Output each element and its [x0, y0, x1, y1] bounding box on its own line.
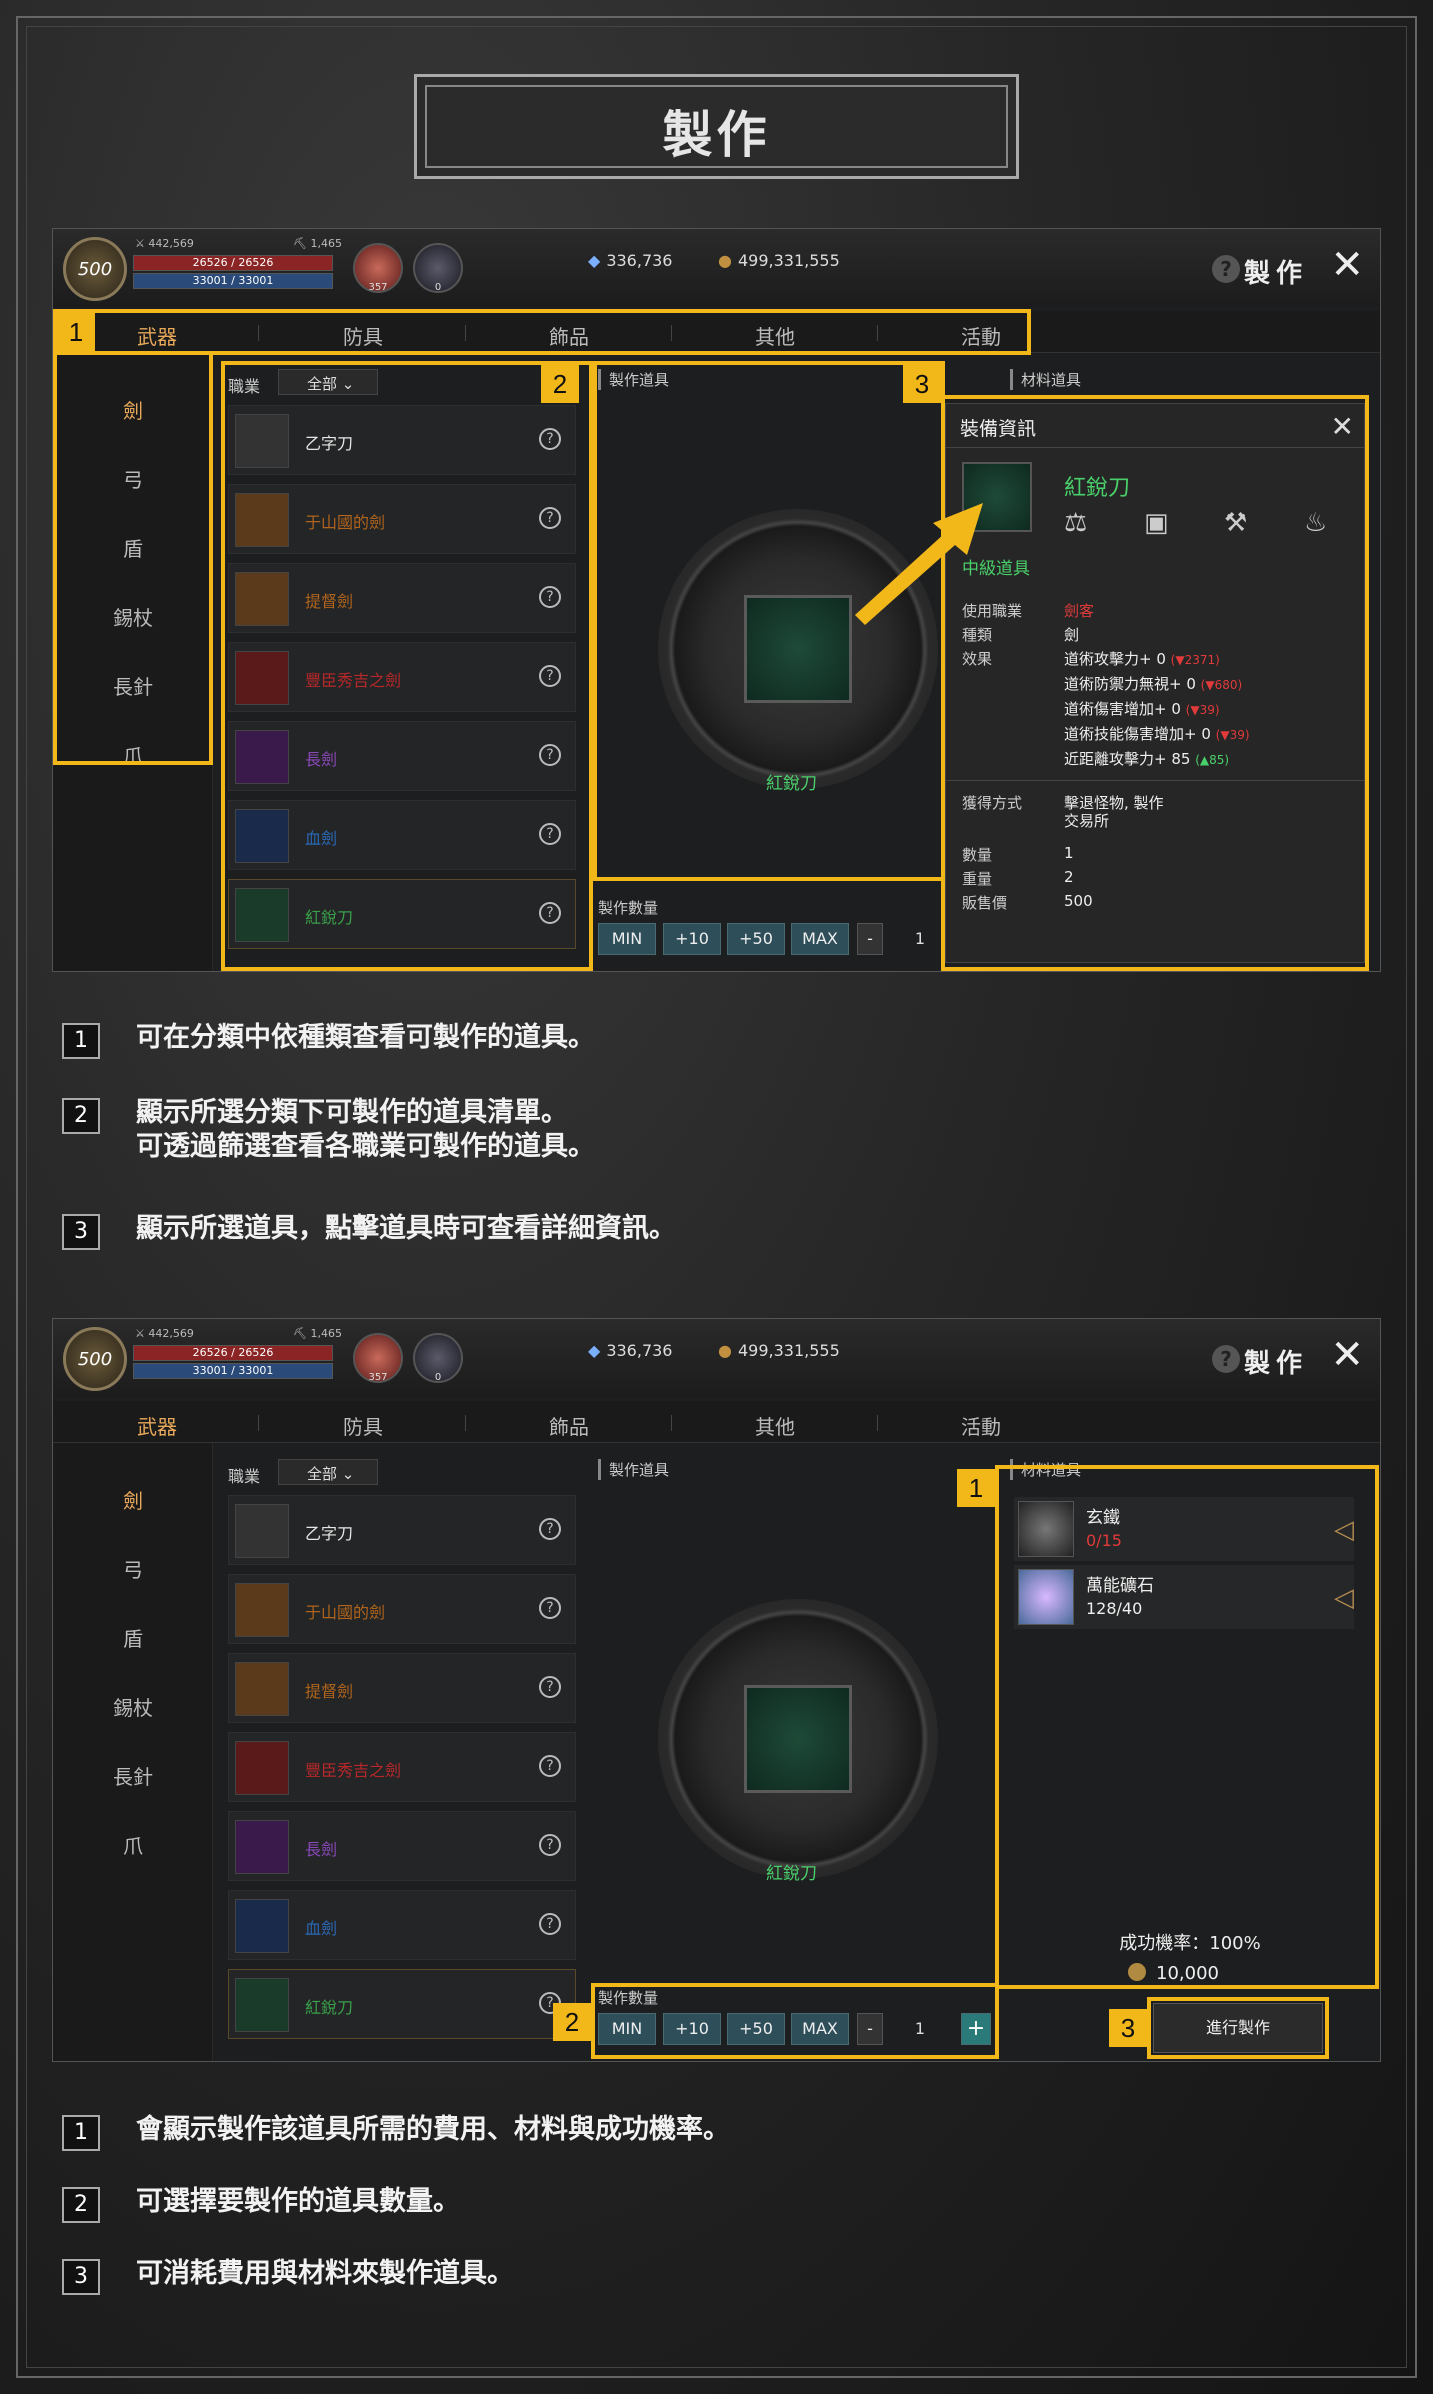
help-icon[interactable]: ?: [1212, 1345, 1240, 1373]
job-filter-select[interactable]: 全部 ⌄: [278, 1459, 378, 1485]
tab-armor[interactable]: 防具: [303, 1411, 423, 1440]
hp-bar: 26526 / 26526: [133, 255, 333, 271]
highlight-box-craft-button: [1147, 1997, 1329, 2059]
gold-currency: ● 499,331,555: [718, 1341, 840, 1360]
highlight-box-materials: [995, 1465, 1379, 1989]
qty-plus50-button[interactable]: +50: [727, 923, 785, 955]
sidebar-item-shield[interactable]: 盾: [53, 1623, 213, 1652]
hud: 500 ⚔ 442,569 ⛏ 1,465 26526 / 26526 3300…: [53, 229, 1380, 307]
marker-3: 3: [903, 365, 941, 403]
gem-currency: ◆ 336,736: [588, 1341, 673, 1360]
weapon-type-sidebar: 劍 弓 盾 錫杖 長針 爪: [53, 1443, 213, 2061]
materials-panel-header: 材料道具: [1010, 369, 1081, 390]
page-title-banner: 製作: [414, 74, 1019, 179]
mp-bar: 33001 / 33001: [133, 1363, 333, 1379]
craft-panel: 製作道具 紅銳刀: [598, 1459, 998, 1979]
pick-stat: ⛏ 1,465: [293, 237, 342, 250]
tab-event[interactable]: 活動: [921, 1411, 1041, 1440]
arrow-icon: [855, 503, 983, 625]
item-icon: [235, 1662, 289, 1716]
help-icon[interactable]: ?: [539, 1834, 561, 1856]
sidebar-item-needle[interactable]: 長針: [53, 1761, 213, 1790]
list-item[interactable]: 乙字刀?: [228, 1495, 576, 1565]
qty-min-button[interactable]: MIN: [598, 923, 656, 955]
level-badge: 500: [63, 1327, 127, 1391]
level-badge: 500: [63, 237, 127, 301]
highlight-box-tabs: [53, 309, 1031, 355]
gold-currency: ● 499,331,555: [718, 251, 840, 270]
list-item[interactable]: 長劍?: [228, 1811, 576, 1881]
help-icon[interactable]: ?: [1212, 255, 1240, 283]
tab-divider: [671, 1415, 672, 1431]
qty-value[interactable]: 1: [905, 929, 935, 948]
item-icon: [235, 1504, 289, 1558]
list-item[interactable]: 于山國的劍?: [228, 1574, 576, 1644]
tab-other[interactable]: 其他: [715, 1411, 835, 1440]
qty-max-button[interactable]: MAX: [791, 923, 849, 955]
item-icon: [235, 1899, 289, 1953]
item-icon: [235, 1978, 289, 2032]
attack-stat: ⚔ 442,569: [135, 1327, 194, 1340]
help-icon[interactable]: ?: [539, 1676, 561, 1698]
tab-divider: [258, 1415, 259, 1431]
tab-weapon[interactable]: 武器: [97, 1411, 217, 1440]
potion-slot-1[interactable]: 357: [353, 1333, 403, 1383]
qty-minus-button[interactable]: -: [857, 923, 883, 955]
close-icon[interactable]: ✕: [1330, 245, 1364, 285]
highlight-box-info: [941, 395, 1369, 971]
screenshot-1: 500 ⚔ 442,569 ⛏ 1,465 26526 / 26526 3300…: [52, 228, 1381, 972]
page-title: 製作: [662, 106, 771, 164]
item-icon: [235, 1820, 289, 1874]
potion-slot-2[interactable]: 0: [413, 243, 463, 293]
sidebar-item-claw[interactable]: 爪: [53, 1830, 213, 1859]
list-item[interactable]: 豐臣秀吉之劍?: [228, 1732, 576, 1802]
marker-1: 1: [957, 1469, 995, 1507]
marker-3: 3: [1109, 2009, 1147, 2047]
sword-icon[interactable]: [744, 1685, 852, 1793]
sidebar-item-sword[interactable]: 劍: [53, 1485, 213, 1514]
marker-2: 2: [541, 365, 579, 403]
help-icon[interactable]: ?: [539, 1913, 561, 1935]
job-filter-label: 職業: [228, 1467, 261, 1486]
tab-divider: [465, 1415, 466, 1431]
item-list-panel: 職業 全部 ⌄ 乙字刀? 于山國的劍? 提督劍? 豐臣秀吉之劍? 長劍? 血劍?…: [228, 1459, 590, 2059]
qty-plus10-button[interactable]: +10: [663, 923, 721, 955]
window-title: 製作: [1243, 1349, 1308, 1379]
potion-slot-2[interactable]: 0: [413, 1333, 463, 1383]
marker-1: 1: [57, 313, 95, 351]
sidebar-item-bow[interactable]: 弓: [53, 1554, 213, 1583]
list-item[interactable]: 提督劍?: [228, 1653, 576, 1723]
marker-2: 2: [553, 2003, 591, 2041]
mp-bar: 33001 / 33001: [133, 273, 333, 289]
potion-slot-1[interactable]: 357: [353, 243, 403, 293]
list-item[interactable]: 血劍?: [228, 1890, 576, 1960]
highlight-box-qty: [591, 1983, 999, 2059]
window-title: 製作: [1243, 259, 1308, 289]
category-tabs: 武器 防具 飾品 其他 活動: [53, 1401, 1380, 1443]
craft-item-name: 紅銳刀: [766, 1864, 817, 1884]
highlight-box-sidebar: [53, 351, 213, 765]
craft-panel-header: 製作道具: [598, 1459, 669, 1480]
hp-bar: 26526 / 26526: [133, 1345, 333, 1361]
tab-accessory[interactable]: 飾品: [509, 1411, 629, 1440]
help-icon[interactable]: ?: [539, 1755, 561, 1777]
item-icon: [235, 1583, 289, 1637]
pick-stat: ⛏ 1,465: [293, 1327, 342, 1340]
chevron-down-icon: ⌄: [341, 1465, 355, 1483]
gem-currency: ◆ 336,736: [588, 251, 673, 270]
help-icon[interactable]: ?: [539, 1597, 561, 1619]
screenshot-2: 500 ⚔ 442,569 ⛏ 1,465 26526 / 26526 3300…: [52, 1318, 1381, 2062]
list-item-selected[interactable]: 紅銳刀?: [228, 1969, 576, 2039]
highlight-box-list: [221, 361, 593, 971]
item-icon: [235, 1741, 289, 1795]
help-icon[interactable]: ?: [539, 1518, 561, 1540]
close-icon[interactable]: ✕: [1330, 1335, 1364, 1375]
sidebar-item-staff[interactable]: 錫杖: [53, 1692, 213, 1721]
tab-divider: [877, 1415, 878, 1431]
qty-label: 製作數量: [598, 899, 659, 917]
attack-stat: ⚔ 442,569: [135, 237, 194, 250]
hud: 500 ⚔ 442,569 ⛏ 1,465 26526 / 26526 3300…: [53, 1319, 1380, 1397]
